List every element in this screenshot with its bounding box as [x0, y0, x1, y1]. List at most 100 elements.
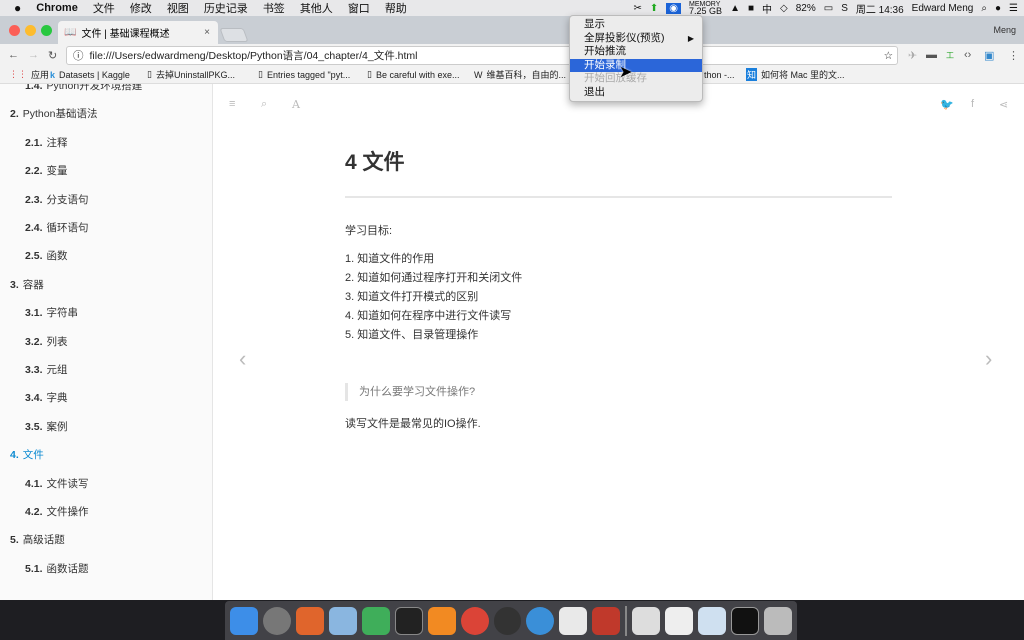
sidebar-item[interactable]: 2.3. 分支语句: [25, 192, 89, 207]
bookmark-zhihu[interactable]: 知如何将 Mac 里的文...: [746, 68, 845, 81]
sidebar-item[interactable]: 2.1. 注释: [25, 135, 68, 150]
menu-history[interactable]: 历史记录: [204, 0, 248, 16]
zoom-window-button[interactable]: [41, 25, 52, 36]
extension-s-icon[interactable]: ▣: [984, 49, 994, 62]
mic-icon[interactable]: ■: [748, 3, 754, 14]
trash-icon[interactable]: [764, 606, 792, 635]
sidebar-item[interactable]: 2. Python基础语法: [10, 106, 97, 121]
sidebar-item[interactable]: 2.2. 变量: [25, 163, 68, 178]
extension-code-icon[interactable]: ‹›: [964, 49, 971, 61]
facebook-icon[interactable]: f: [971, 98, 974, 110]
menu-people[interactable]: 其他人: [300, 0, 333, 16]
launchpad-icon[interactable]: [262, 606, 291, 635]
sidebar-item[interactable]: 2.5. 函数: [25, 248, 68, 263]
search-icon[interactable]: ⌕: [261, 98, 267, 111]
extension-tools-icon[interactable]: 工: [946, 50, 954, 61]
user-name[interactable]: Edward Meng: [912, 3, 974, 14]
sidebar-item[interactable]: 3.1. 字符串: [25, 305, 78, 320]
menu-item-start-streaming[interactable]: 开始推流: [570, 45, 702, 59]
terminal-icon[interactable]: [394, 606, 423, 635]
bookmark-careful[interactable]: ▯ Be careful with exe...: [367, 69, 460, 80]
obs-icon[interactable]: [493, 606, 522, 635]
clock[interactable]: 周二 14:36: [856, 1, 904, 16]
sidebar-item[interactable]: 5.1. 函数话题: [25, 561, 89, 576]
s-icon[interactable]: S: [841, 3, 848, 14]
sidebar-item[interactable]: 2.4. 循环语句: [25, 220, 89, 235]
mountain-icon[interactable]: ▲: [730, 3, 740, 14]
reload-icon[interactable]: ↻: [48, 49, 57, 62]
chrome-icon[interactable]: [460, 606, 489, 635]
menu-edit[interactable]: 修改: [130, 0, 152, 16]
share-icon[interactable]: ⋖: [999, 98, 1008, 111]
sidebar-item[interactable]: 3.3. 元组: [25, 362, 68, 377]
bookmark-uninstall[interactable]: ▯ 去掉UninstallPKG...: [147, 68, 235, 81]
siri-icon[interactable]: ●: [995, 3, 1001, 14]
menu-item-show[interactable]: 显示: [570, 18, 702, 32]
finder-icon[interactable]: [230, 606, 258, 635]
close-window-button[interactable]: [9, 25, 20, 36]
font-settings-icon[interactable]: A: [292, 98, 300, 111]
app-icon[interactable]: [592, 606, 621, 635]
preview-icon[interactable]: [328, 606, 357, 635]
sidebar-item[interactable]: 4.2. 文件操作: [25, 504, 89, 519]
next-page-icon[interactable]: ›: [985, 346, 992, 372]
scissors-icon[interactable]: ✂: [634, 3, 642, 14]
window-thumbnail[interactable]: [632, 606, 661, 635]
menu-bookmarks[interactable]: 书签: [263, 0, 285, 16]
star-icon[interactable]: ☆: [884, 50, 893, 62]
menu-item-fullscreen-projector[interactable]: 全屏投影仪(预览) ▶: [570, 32, 702, 46]
sidebar-item[interactable]: 5. 高级话题: [10, 532, 65, 547]
menu-app[interactable]: Chrome: [36, 2, 78, 14]
memory-widget[interactable]: MEMORY 7.25 GB: [689, 1, 722, 16]
sidebar-item[interactable]: 3.2. 列表: [25, 334, 68, 349]
menu-view[interactable]: 视图: [167, 0, 189, 16]
menu-file[interactable]: 文件: [93, 0, 115, 16]
forward-icon[interactable]: →: [28, 49, 39, 61]
menu-help[interactable]: 帮助: [385, 0, 407, 16]
search-icon[interactable]: ⌕: [981, 3, 987, 14]
obs-icon[interactable]: ◉: [666, 2, 682, 14]
bookmark-kaggle[interactable]: k Datasets | Kaggle: [50, 70, 130, 80]
more-icon[interactable]: ⋮: [1008, 49, 1019, 62]
battery-percent[interactable]: 82%: [796, 3, 816, 14]
bookmark-entries[interactable]: ▯ Entries tagged "pyt...: [258, 69, 350, 80]
info-icon[interactable]: ⓘ: [73, 48, 84, 63]
window-thumbnail[interactable]: [731, 606, 759, 635]
window-thumbnail[interactable]: [665, 606, 694, 635]
menu-item-quit[interactable]: 退出: [570, 86, 702, 100]
sidebar-item[interactable]: 4. 文件: [10, 447, 44, 462]
extension-glasses-icon[interactable]: ▬: [926, 49, 937, 61]
pycharm-icon[interactable]: [361, 606, 390, 635]
sidebar-item[interactable]: 4.1. 文件读写: [25, 476, 89, 491]
app-icon[interactable]: [559, 606, 588, 635]
close-tab-icon[interactable]: ×: [204, 27, 210, 38]
menu-toggle-icon[interactable]: ≡: [229, 98, 235, 110]
tab-active[interactable]: 📖 文件 | 基础课程概述 ×: [58, 21, 218, 44]
profile-name[interactable]: Meng: [993, 25, 1016, 35]
sidebar-item[interactable]: 3. 容器: [10, 277, 44, 292]
sidebar-item[interactable]: 1.4. Python开发环境搭建: [25, 84, 142, 93]
sidebar-item[interactable]: 3.5. 案例: [25, 419, 68, 434]
menu-item-start-recording[interactable]: 开始录制: [570, 58, 702, 72]
menu-window[interactable]: 窗口: [348, 0, 370, 16]
prev-page-icon[interactable]: ‹: [239, 346, 246, 372]
input-icon[interactable]: 中: [762, 1, 772, 16]
app-icon[interactable]: [295, 606, 324, 635]
bookmark-apps[interactable]: ⋮⋮ 应用: [9, 68, 49, 81]
sublime-icon[interactable]: [427, 606, 456, 635]
bookmark-wikipedia[interactable]: W 维基百科，自由的...: [474, 68, 566, 81]
twitter-icon[interactable]: 🐦: [940, 98, 954, 111]
new-tab-button[interactable]: [219, 28, 249, 42]
upload-icon[interactable]: ⬆: [650, 3, 658, 14]
list-icon[interactable]: ☰: [1009, 3, 1018, 14]
wifi-icon[interactable]: ◇: [780, 3, 788, 14]
bookmark-python[interactable]: thon -...: [704, 70, 735, 80]
apple-icon[interactable]: ●: [14, 1, 21, 15]
back-icon[interactable]: ←: [8, 49, 19, 61]
address-bar[interactable]: ⓘ file:///Users/edwardmeng/Desktop/Pytho…: [66, 46, 898, 65]
markdown-icon[interactable]: [526, 606, 555, 635]
window-thumbnail[interactable]: [698, 606, 727, 635]
extension-plane-icon[interactable]: ✈: [908, 49, 917, 62]
minimize-window-button[interactable]: [25, 25, 36, 36]
sidebar-item[interactable]: 3.4. 字典: [25, 390, 68, 405]
